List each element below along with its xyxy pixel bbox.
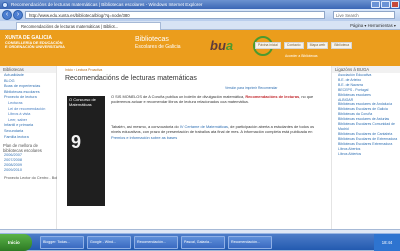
- plan-title: Plan de mellora de bibliotecas escolares: [3, 143, 42, 154]
- back-button[interactable]: ‹: [2, 10, 12, 20]
- site-banner: XUNTA DE GALICIA CONSELLERÍA DE EDUCACIÓ…: [0, 30, 400, 66]
- forward-button[interactable]: ›: [13, 10, 23, 20]
- bases-link[interactable]: Premios e información sobre as bases: [111, 135, 177, 140]
- org-line3: E ORDENACIÓN UNIVERSITARIA: [5, 45, 65, 49]
- top-links: Páxina inicial Contacto Mapa web Bibliot…: [255, 42, 400, 49]
- sidebar-item-familia[interactable]: Familia lectora: [0, 135, 56, 141]
- top-link-contact[interactable]: Contacto: [283, 42, 304, 49]
- sidebar-footer: Proxecto Lector do Centro - Bolsas: [4, 176, 64, 181]
- right-sidebar-link[interactable]: Bibliotecas Escolares de Extremadura: [332, 137, 400, 142]
- browser-navigation-bar: ‹ › http://www.edu.xunta.es/biblioteca/b…: [0, 9, 400, 21]
- main-content: Inicio › Lectura Proactiva Recomendación…: [57, 66, 331, 233]
- window-title: Recomendacións de lecturas matemáticas |…: [11, 2, 203, 7]
- page-title: Recomendacións de lecturas matemáticas: [65, 75, 197, 82]
- taskbar-item[interactable]: Recomendación...: [134, 236, 178, 249]
- taskbar-item[interactable]: Blogger: Todas...: [40, 236, 84, 249]
- active-tab[interactable]: Recomendacións de lecturas matemáticas |…: [16, 22, 161, 30]
- minimize-button[interactable]: [371, 1, 380, 8]
- top-link-home[interactable]: Páxina inicial: [255, 42, 281, 49]
- window-titlebar: Recomendacións de lecturas matemáticas |…: [0, 0, 400, 9]
- address-bar[interactable]: http://www.edu.xunta.es/biblioteca/blog/…: [25, 10, 325, 19]
- taskbar-item[interactable]: Pascal, Galaxia...: [181, 236, 225, 249]
- right-sidebar-title: Ligazóns á BUGA: [332, 66, 400, 73]
- maximize-button[interactable]: [381, 1, 390, 8]
- search-input[interactable]: Live Search: [333, 10, 395, 19]
- buga-letter: a: [225, 38, 234, 53]
- right-sidebar: Ligazóns á BUGA Asociación Educativa B.E.…: [331, 66, 400, 233]
- web-page: XUNTA DE GALICIA CONSELLERÍA DE EDUCACIÓ…: [0, 30, 400, 233]
- cover-number: 9: [71, 132, 82, 152]
- right-sidebar-link[interactable]: Bibliotecas Escolares Comunidad de Madri…: [332, 122, 400, 132]
- taskbar-item[interactable]: Google - Wind...: [87, 236, 131, 249]
- breadcrumb[interactable]: Inicio › Lectura Proactiva: [65, 68, 102, 72]
- highlight-link[interactable]: Recomendacións de lecturas: [245, 94, 299, 99]
- taskbar-clock: 18:44: [374, 234, 400, 251]
- buga-text: bu: [210, 38, 226, 53]
- cover-text: O Concurso de Matemáticas: [69, 97, 96, 107]
- plan-year[interactable]: 2009/2010: [0, 168, 56, 173]
- right-sidebar-link[interactable]: Bibliotecas Escolares Extremadura: [332, 142, 400, 147]
- right-link-list: Asociación Educativa B.E. de Arteixo B.E. …: [332, 73, 400, 156]
- ie-app-icon: [2, 1, 8, 8]
- tab-row: Recomendacións de lecturas matemáticas |…: [0, 21, 400, 30]
- certame-link[interactable]: IV Certame de Matemáticas: [180, 124, 228, 129]
- top-link-library[interactable]: Biblioteca: [331, 42, 353, 49]
- paragraph-1: O SIS MONELOS de A Coruña publica un bol…: [111, 94, 325, 105]
- paragraph-2-start: Tabalén, así mesmo, a convocatoria do: [111, 124, 180, 129]
- left-sidebar-title: Bibliotecas: [0, 66, 56, 73]
- left-sidebar: Bibliotecas Actualidade BLOG Boas de exp…: [0, 66, 64, 233]
- xunta-logo: XUNTA DE GALICIA CONSELLERÍA DE EDUCACIÓ…: [5, 35, 95, 61]
- windows-taskbar: Inicio Blogger: Todas... Google - Wind..…: [0, 233, 400, 251]
- page-actions[interactable]: Versión para imprimir Recomendar: [225, 86, 277, 90]
- start-button[interactable]: Inicio: [0, 234, 32, 251]
- login-link[interactable]: Acceder a Bibliotecas: [285, 54, 385, 60]
- paragraph-2: Tabalén, así mesmo, a convocatoria do IV…: [111, 124, 325, 140]
- top-link-sitemap[interactable]: Mapa web: [306, 42, 329, 49]
- taskbar-item[interactable]: Recomendación...: [228, 236, 272, 249]
- command-bar[interactable]: Página ▾ Herramientas ▾: [200, 22, 398, 29]
- paragraph-1-start: O SIS MONELOS de A Coruña publica un bol…: [111, 94, 246, 99]
- close-button[interactable]: [391, 1, 399, 8]
- right-sidebar-link[interactable]: Libros Abiertos: [332, 152, 400, 157]
